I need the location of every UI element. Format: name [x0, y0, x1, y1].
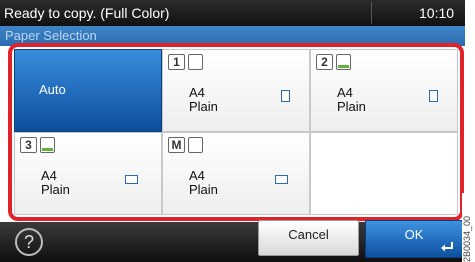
tray2-size: A4 — [337, 85, 353, 100]
paper-option-empty — [310, 132, 458, 215]
paper-option-manual[interactable]: M A4 Plain — [162, 132, 310, 215]
paper-option-tray3[interactable]: 3 A4 Plain — [14, 132, 162, 215]
enter-icon — [441, 242, 453, 252]
status-message: Ready to copy. (Full Color) — [4, 5, 170, 21]
image-code: 2B0034_00 — [462, 193, 475, 262]
cancel-button[interactable]: Cancel — [258, 220, 359, 256]
status-bar: Ready to copy. (Full Color) 10:10 — [0, 0, 465, 26]
help-button[interactable]: ? — [15, 228, 43, 256]
portrait-paper-icon — [429, 90, 438, 102]
tray2-level-icon — [336, 54, 351, 70]
screen-title: Paper Selection — [5, 28, 97, 43]
landscape-paper-icon — [125, 175, 138, 184]
paper-option-auto[interactable]: Auto — [14, 49, 162, 132]
tray1-badge: 1 — [168, 54, 185, 70]
paper-selection-grid: Auto 1 A4 Plain 2 A4 Plain 3 A4 Plain M … — [14, 49, 458, 215]
status-divider — [371, 2, 372, 24]
tray3-badge: 3 — [20, 137, 37, 153]
landscape-paper-icon — [275, 175, 288, 184]
tray3-size: A4 — [41, 168, 57, 183]
manual-type: Plain — [189, 182, 218, 197]
tray1-type: Plain — [189, 99, 218, 114]
ok-button-label: OK — [404, 227, 424, 242]
status-time: 10:10 — [419, 5, 455, 21]
tray2-badge: 2 — [316, 54, 333, 70]
manual-level-icon — [188, 137, 203, 153]
paper-option-auto-label: Auto — [39, 82, 66, 97]
manual-badge: M — [168, 137, 185, 153]
manual-size: A4 — [189, 168, 205, 183]
tray3-type: Plain — [41, 182, 70, 197]
portrait-paper-icon — [281, 90, 290, 102]
paper-option-tray2[interactable]: 2 A4 Plain — [310, 49, 458, 132]
paper-option-tray1[interactable]: 1 A4 Plain — [162, 49, 310, 132]
tray2-type: Plain — [337, 99, 366, 114]
tray1-size: A4 — [189, 85, 205, 100]
ok-button[interactable]: OK — [365, 220, 463, 258]
tray1-level-icon — [188, 54, 203, 70]
cancel-button-label: Cancel — [288, 227, 329, 242]
tray3-level-icon — [40, 137, 55, 153]
